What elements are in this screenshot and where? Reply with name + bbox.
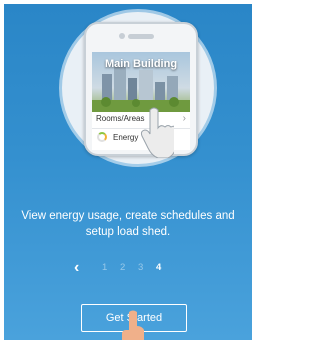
energy-label: Energy: [113, 133, 139, 142]
energy-ring-icon: [97, 132, 107, 142]
rooms-label: Rooms/Areas: [96, 114, 145, 123]
page-indicator: ‹ 1 2 3 4: [74, 259, 184, 277]
page-number-active: 4: [156, 262, 162, 273]
pointing-hand-icon: [140, 107, 174, 158]
phone-camera: [119, 33, 125, 39]
page-number: 3: [138, 262, 144, 273]
onboarding-screen: Main Building Rooms/Areas › Energy View …: [4, 4, 252, 340]
onboarding-description: View energy usage, create schedules and …: [21, 210, 235, 238]
building-title: Main Building: [104, 58, 178, 70]
building-image: Main Building: [92, 52, 190, 112]
tap-finger-icon: [122, 310, 144, 340]
chevron-right-icon: ›: [182, 113, 186, 124]
page-number: 1: [102, 262, 108, 273]
phone-speaker: [128, 34, 154, 39]
chevron-left-icon[interactable]: ‹: [74, 259, 79, 277]
page-number: 2: [120, 262, 126, 273]
